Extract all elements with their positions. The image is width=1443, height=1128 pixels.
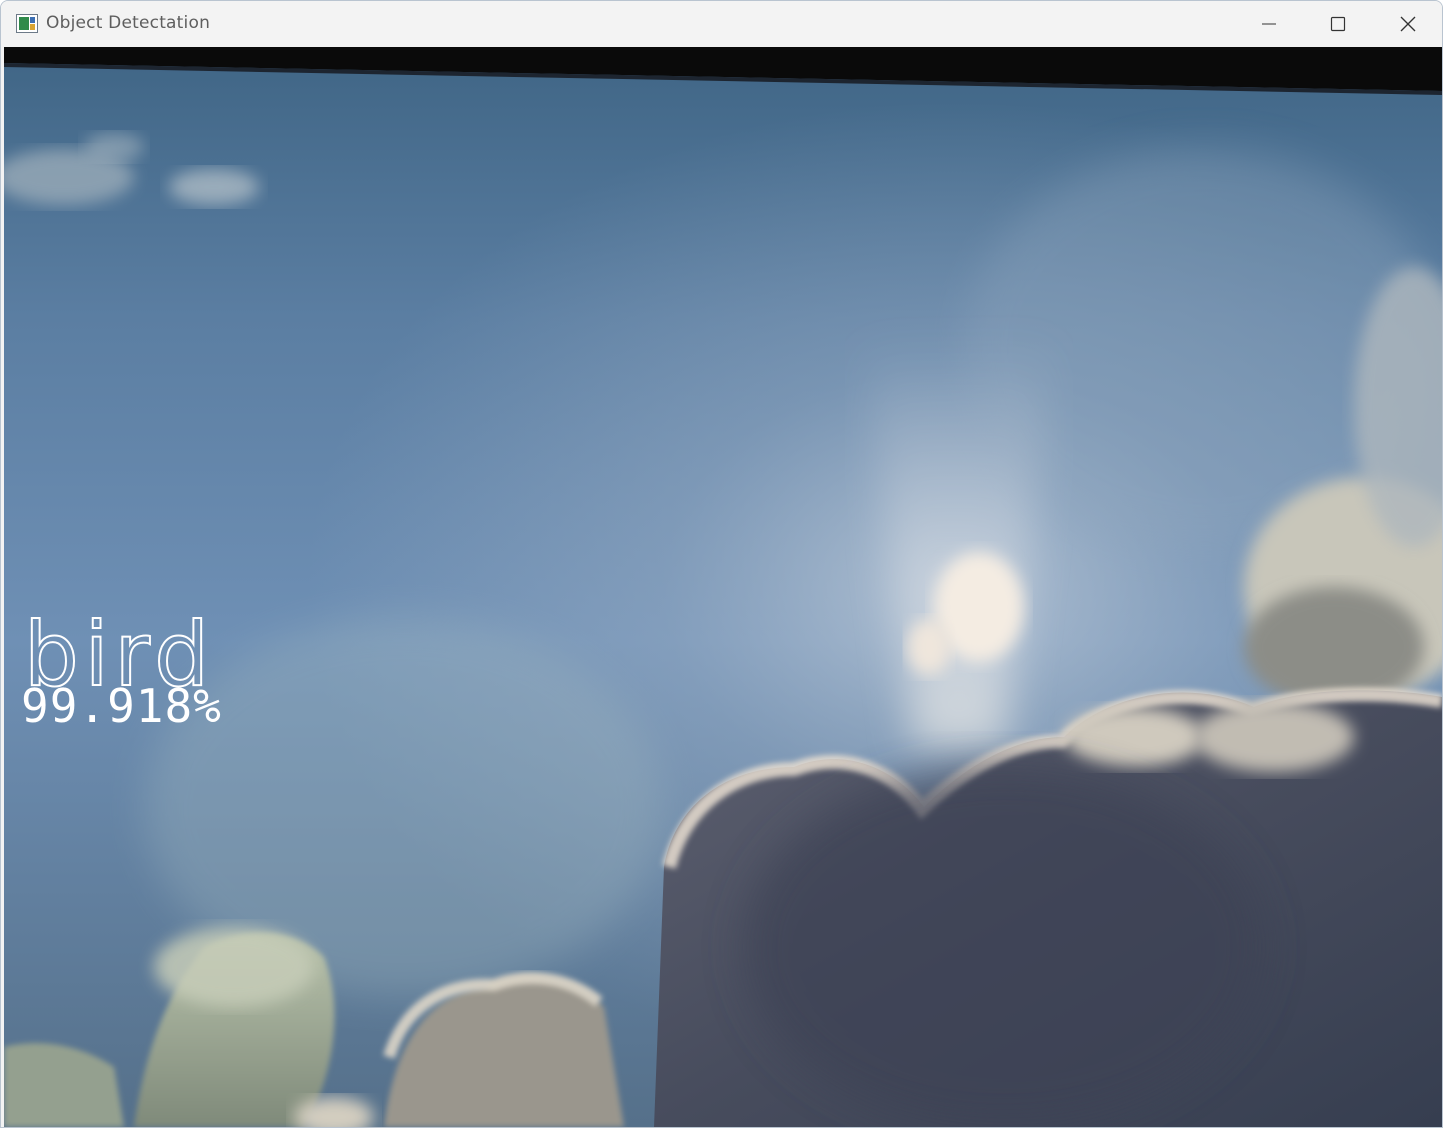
detection-confidence: 99.918% xyxy=(21,679,222,733)
minimize-button[interactable] xyxy=(1235,1,1303,47)
application-window: Object Detectation bird 99.918% xyxy=(0,0,1443,1128)
window-app-icon xyxy=(16,14,38,33)
window-title: Object Detectation xyxy=(46,13,211,33)
close-button[interactable] xyxy=(1374,1,1442,47)
title-bar[interactable]: Object Detectation xyxy=(1,1,1442,47)
video-frame-area: bird 99.918% xyxy=(4,47,1442,1127)
maximize-icon xyxy=(1330,16,1346,32)
camera-frame-image xyxy=(4,47,1442,1127)
close-icon xyxy=(1400,16,1416,32)
maximize-button[interactable] xyxy=(1304,1,1372,47)
minimize-icon xyxy=(1262,23,1276,25)
